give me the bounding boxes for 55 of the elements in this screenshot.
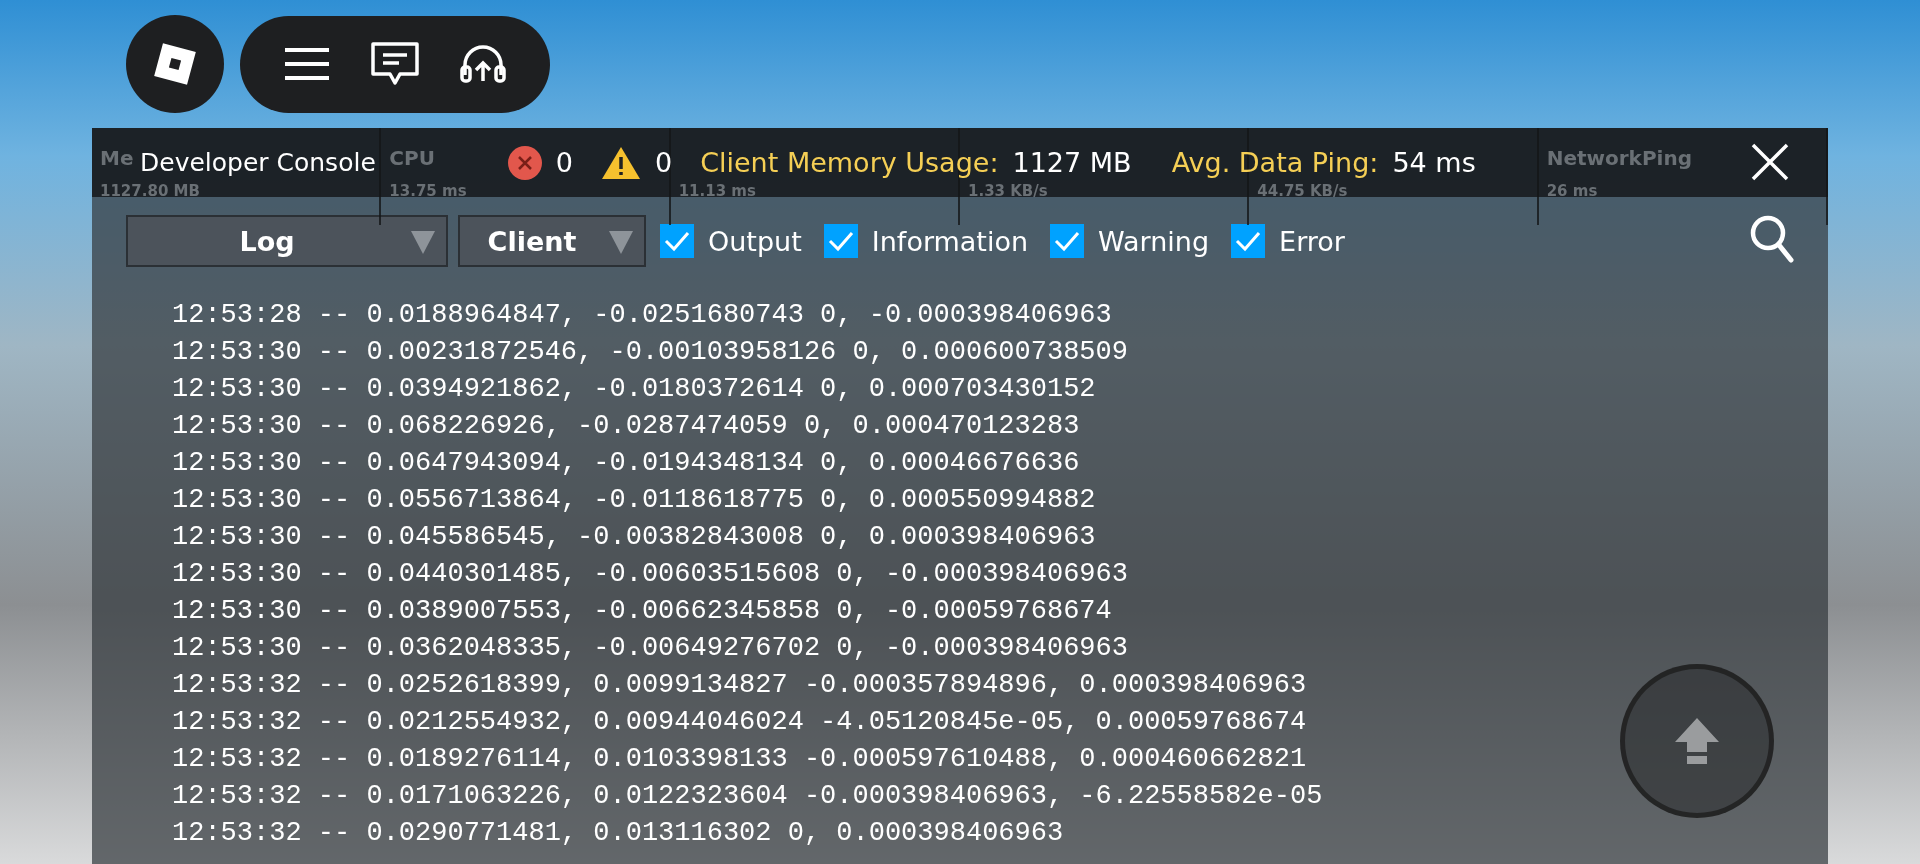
stat-value: 1127.80 MB xyxy=(100,182,200,200)
warning-count: 0 xyxy=(654,147,673,178)
log-line: 12:53:32 -- 0.0189276114, 0.0103398133 -0.000597610488, 0.000460662821 xyxy=(172,743,1307,776)
chat-button[interactable] xyxy=(370,41,420,87)
checkbox-label: Information xyxy=(871,225,1029,257)
checkbox-label: Output xyxy=(708,225,802,257)
dropdown[interactable]: Log xyxy=(126,215,448,267)
checkbox-label: Warning xyxy=(1098,225,1210,257)
logo-icon xyxy=(152,41,198,87)
log-line: 12:53:28 -- 0.0188964847, -0.0251680743 0, -0.000398406963 xyxy=(172,299,1112,332)
stat-value: 26 ms xyxy=(1546,182,1598,200)
log-line: 12:53:32 -- 0.0252618399, 0.0099134827 -0.000357894896, 0.000398406963 xyxy=(172,669,1307,702)
stat-value: 11.13 ms xyxy=(678,182,756,200)
dropdown[interactable]: Client xyxy=(458,215,646,267)
stat-value: 44.75 KB/s xyxy=(1257,182,1348,200)
log-line: 12:53:30 -- 0.0394921862, -0.0180372614 0, 0.000703430152 xyxy=(172,373,1096,406)
checkbox-label: Error xyxy=(1279,225,1345,257)
log-line: 12:53:32 -- 0.0290771481, 0.013116302 0, 0.000398406963 xyxy=(172,817,1064,850)
search-button[interactable] xyxy=(1750,215,1794,263)
stat-label: NetworkPing xyxy=(1546,146,1692,170)
stat-value: 13.75 ms xyxy=(389,182,467,200)
log-line: 12:53:32 -- 0.0171063226, 0.0122323604 -0.000398406963, -6.22558582e-05 xyxy=(172,780,1323,813)
checkbox[interactable] xyxy=(1050,224,1085,258)
log-line: 12:53:30 -- 0.0362048335, -0.00649276702 0, -0.000398406963 xyxy=(172,632,1128,665)
memory-value: 1127 MB xyxy=(1012,147,1132,178)
log-line: 12:53:30 -- 0.0440301485, -0.00603515608 0, -0.000398406963 xyxy=(172,558,1128,591)
menu-button[interactable] xyxy=(283,47,332,81)
log-line: 12:53:30 -- 0.0556713864, -0.0118618775 0, 0.000550994882 xyxy=(172,484,1096,517)
log-line: 12:53:30 -- 0.045586545, -0.00382843008 0, 0.000398406963 xyxy=(172,521,1096,554)
error-count: 0 xyxy=(555,147,573,178)
chat-icon xyxy=(370,41,420,87)
checkbox[interactable] xyxy=(823,224,858,258)
up-arrow-icon xyxy=(1673,716,1721,766)
stat-label: Me xyxy=(100,146,134,170)
log-line: 12:53:30 -- 0.00231872546, -0.00103958126 0, 0.000600738509 xyxy=(172,336,1128,369)
log-line: 12:53:30 -- 0.068226926, -0.0287474059 0, 0.000470123283 xyxy=(172,410,1080,443)
stat-label: CPU xyxy=(389,146,435,170)
close-button[interactable] xyxy=(1750,142,1790,182)
close-icon xyxy=(1750,142,1790,182)
warning-icon xyxy=(600,145,641,180)
ping-value: 54 ms xyxy=(1392,147,1476,178)
checkbox[interactable] xyxy=(660,224,694,258)
memory-label: Client Memory Usage: xyxy=(700,147,999,178)
error-icon xyxy=(507,145,542,180)
log-line: 12:53:32 -- 0.0212554932, 0.00944046024 -4.05120845e-05, 0.00059768674 xyxy=(172,706,1307,739)
stat-value: 1.33 KB/s xyxy=(968,182,1048,200)
search-icon xyxy=(1750,215,1794,263)
log-line: 12:53:30 -- 0.0647943094, -0.0194348134 0, 0.00046676636 xyxy=(172,447,1080,480)
ping-label: Avg. Data Ping: xyxy=(1171,147,1379,178)
menu-icon xyxy=(283,47,332,81)
caret-icon xyxy=(608,229,634,255)
console-title: Developer Console xyxy=(140,148,376,177)
checkbox[interactable] xyxy=(1231,224,1266,258)
caret-icon xyxy=(410,229,436,255)
log-line: 12:53:30 -- 0.0389007553, -0.00662345858 0, -0.00059768674 xyxy=(172,595,1112,628)
